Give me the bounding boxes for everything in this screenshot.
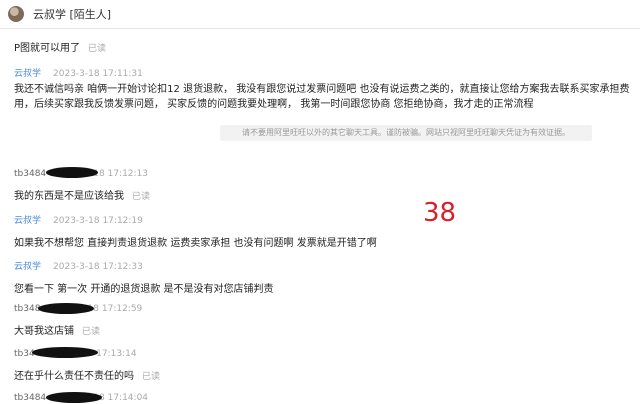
message-meta: 云叔学 2023-3-18 17:12:19	[14, 213, 377, 226]
redaction-mark	[32, 347, 98, 358]
timestamp: 2023-3-18 17:11:31	[53, 69, 143, 79]
read-status: 已读	[82, 327, 101, 337]
sender-name[interactable]: 云叔学	[14, 216, 41, 226]
message-text: 还在乎什么责任不责任的吗 已读	[14, 371, 161, 382]
message-text: 我的东西是不是应该给我 已读	[14, 191, 151, 202]
message-meta: 云叔学 2023-3-18 17:11:31	[14, 66, 632, 79]
timestamp: 2023-3-18 17:12:19	[53, 216, 143, 226]
message-text: 大哥我这店铺 已读	[14, 326, 101, 337]
avatar[interactable]	[8, 6, 24, 22]
read-status: 已读	[132, 192, 151, 202]
message-item: P图就可以用了 已读	[14, 39, 106, 54]
sender-name[interactable]: 云叔学	[14, 69, 41, 79]
sender-name[interactable]: tb3484	[14, 393, 46, 403]
overlay-number: 38	[423, 198, 457, 228]
message-text: 您看一下 第一次 开通的退货退款 是不是没有对您店铺判责	[14, 284, 274, 295]
safety-notice: 请不要用阿里旺旺以外的其它聊天工具。谨防被骗。网站只视阿里旺旺聊天凭证为有效证据…	[220, 125, 592, 141]
message-meta: 云叔学 2023-3-18 17:12:33	[14, 259, 274, 272]
sender-name[interactable]: tb348	[14, 304, 40, 314]
sender-name[interactable]: tb3484	[14, 169, 46, 179]
timestamp: 2023-3-18 17:12:33	[53, 262, 143, 272]
message-text: 如果我不想帮您 直接判责退货退款 运费卖家承担 也没有问题啊 发票就是开错了啊	[14, 238, 377, 249]
chat-header: 云叔学 [陌生人]	[0, 0, 640, 29]
message-item: 云叔学 2023-3-18 17:11:31 我还不诚信吗亲 咱俩一开始讨论扣12…	[14, 66, 632, 112]
message-item: 云叔学 2023-3-18 17:12:19 如果我不想帮您 直接判责退货退款 运…	[14, 213, 377, 249]
read-status: 已读	[88, 44, 107, 54]
contact-title: 云叔学 [陌生人]	[33, 8, 112, 21]
read-status: 已读	[142, 372, 161, 382]
message-item: 云叔学 2023-3-18 17:12:33 您看一下 第一次 开通的退货退款 是…	[14, 259, 274, 295]
redaction-mark	[46, 167, 98, 178]
message-text: 我还不诚信吗亲 咱俩一开始讨论扣12 退货退款， 我没有跟您说过发票问题吧 也没…	[14, 84, 630, 110]
sender-name[interactable]: 云叔学	[14, 262, 41, 272]
redaction-mark	[38, 303, 94, 314]
redaction-mark	[46, 392, 102, 403]
message-text: P图就可以用了 已读	[14, 43, 107, 54]
